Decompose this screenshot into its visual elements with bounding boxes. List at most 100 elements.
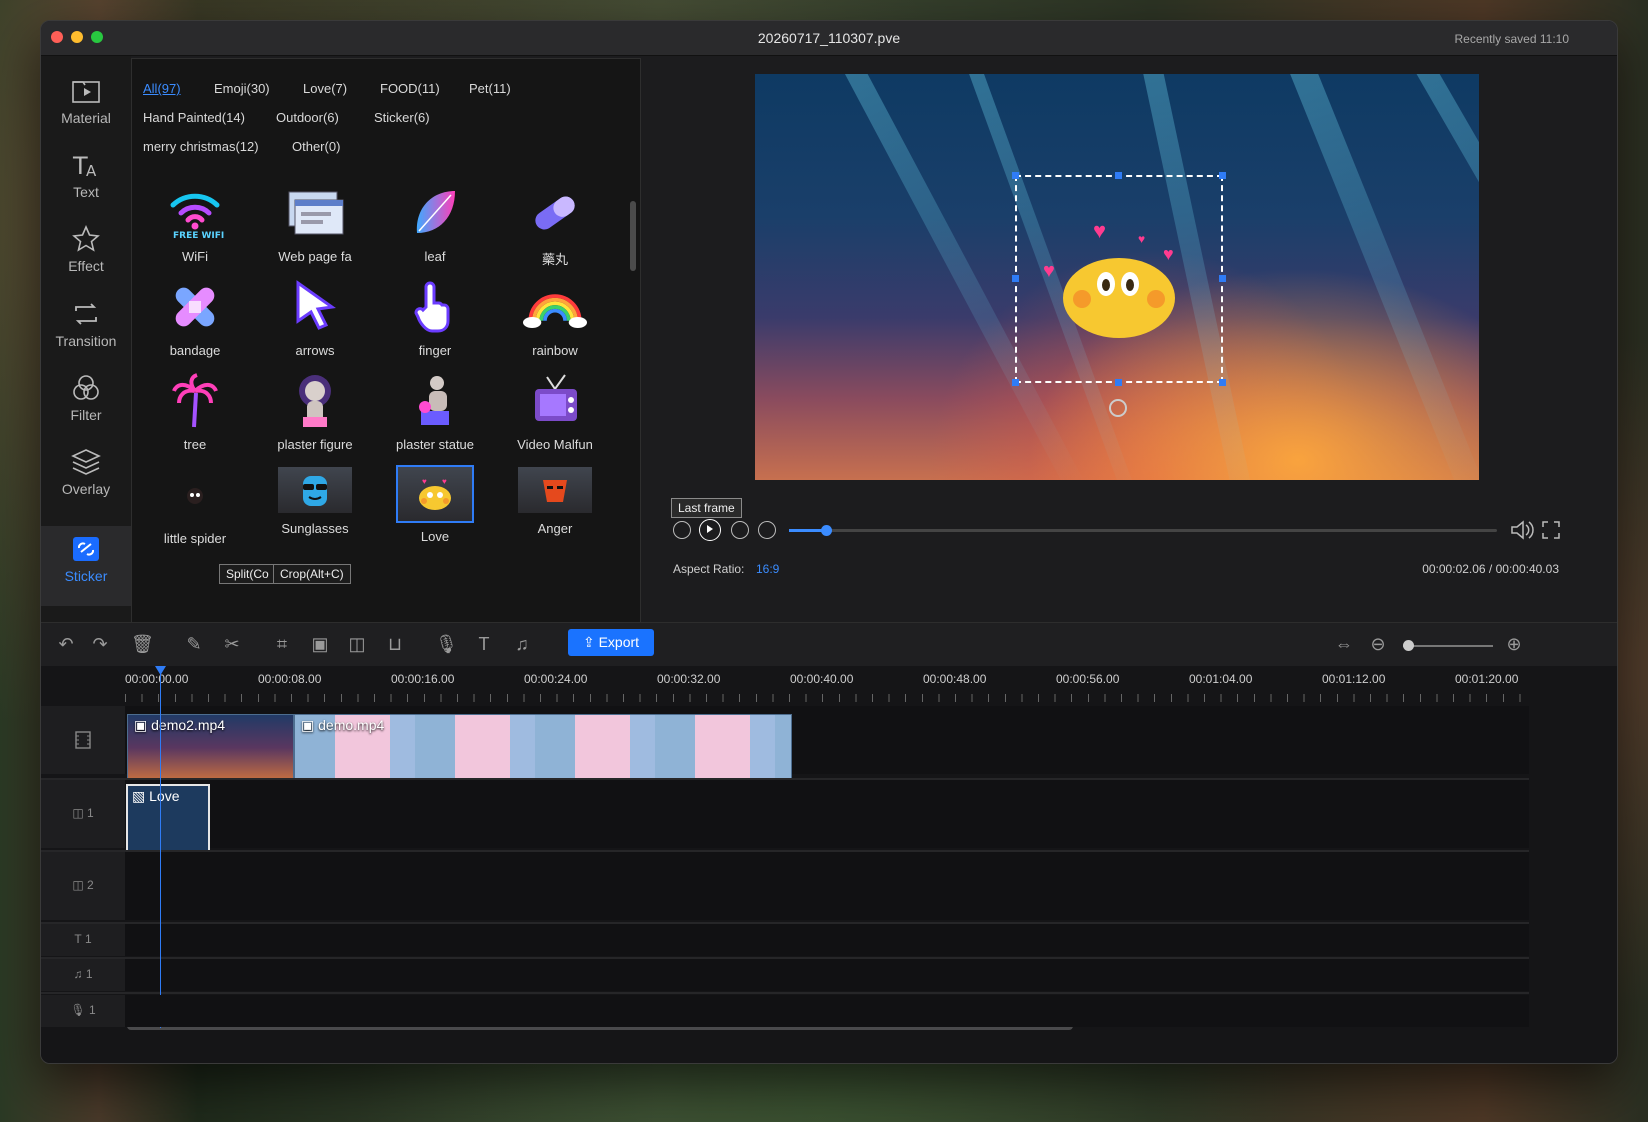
ruler-time: 00:00:56.00 — [1056, 672, 1120, 686]
sticker-item-leaf[interactable]: leaf — [376, 181, 494, 277]
playback-progress[interactable] — [789, 525, 1497, 536]
category-sticker[interactable]: Sticker(6) — [374, 110, 430, 125]
star-effect-icon — [72, 225, 100, 252]
volume-icon[interactable] — [1509, 519, 1535, 541]
music-track-number: 1 — [85, 967, 93, 981]
sticker-item-bandage[interactable]: bandage — [136, 275, 254, 371]
sticker-item-rainbow[interactable]: rainbow — [496, 275, 614, 371]
sticker-item-wifi[interactable]: FREE WIFI WiFi — [136, 181, 254, 277]
nav-transition[interactable]: Transition — [41, 291, 131, 361]
sticker-item-web-page[interactable]: Web page fa — [256, 181, 374, 277]
zoom-slider-knob[interactable] — [1403, 640, 1414, 651]
sticker-item-little-spider[interactable]: little spider — [136, 463, 254, 559]
nav-material[interactable]: Material — [41, 68, 131, 138]
video-clip-demo[interactable]: ▣ demo.mp4 — [294, 714, 792, 782]
film-icon — [75, 731, 91, 749]
freeze-icon[interactable]: ▣ — [309, 633, 331, 655]
resize-handle[interactable] — [1219, 172, 1226, 179]
crop-icon[interactable]: ⌗ — [271, 633, 293, 655]
undo-icon[interactable]: ↶ — [55, 633, 77, 655]
nav-filter[interactable]: Filter — [41, 365, 131, 435]
category-emoji[interactable]: Emoji(30) — [214, 81, 270, 96]
rotate-handle-icon[interactable] — [1109, 399, 1127, 417]
category-merry-christmas[interactable]: merry christmas(12) — [143, 139, 259, 154]
fullscreen-icon[interactable] — [1541, 520, 1561, 540]
resize-handle[interactable] — [1219, 275, 1226, 282]
category-pet[interactable]: Pet(11) — [469, 81, 511, 96]
nav-overlay[interactable]: Overlay — [41, 439, 131, 509]
playback-timecode: 00:00:02.06 / 00:00:40.03 — [1422, 562, 1559, 576]
palm-tree-icon — [172, 373, 218, 428]
category-all[interactable]: All(97) — [143, 81, 181, 96]
play-button[interactable] — [699, 519, 721, 541]
progress-knob[interactable] — [820, 525, 832, 536]
overlay-track-2 — [125, 852, 1529, 920]
prev-frame-button[interactable] — [673, 521, 691, 539]
voice-change-icon[interactable]: ♫ — [511, 633, 533, 655]
playhead[interactable] — [160, 666, 161, 1028]
time-ruler[interactable] — [125, 694, 1535, 702]
mosaic-icon[interactable]: ◫ — [346, 633, 368, 655]
last-frame-tooltip: Last frame — [671, 498, 742, 518]
sticker-item-love[interactable]: ♥ ♥ Love — [376, 463, 494, 559]
sticker-item-sunglasses[interactable]: Sunglasses — [256, 463, 374, 559]
aspect-ratio-label: Aspect Ratio: — [673, 562, 745, 576]
stop-button[interactable] — [758, 521, 776, 539]
svg-text:A: A — [86, 162, 97, 180]
export-button[interactable]: ⇪ Export — [568, 629, 654, 656]
sticker-label: plaster figure — [277, 437, 353, 452]
category-food[interactable]: FOOD(11) — [380, 81, 440, 96]
nav-sticker-label: Sticker — [64, 568, 108, 584]
delete-icon[interactable]: 🗑 — [131, 633, 154, 655]
video-preview[interactable]: ♥ ♥ ♥ ♥ — [755, 74, 1479, 480]
sticker-panel-scrollbar[interactable] — [630, 201, 636, 271]
resize-handle[interactable] — [1115, 379, 1122, 386]
sticker-label: tree — [183, 437, 207, 452]
sticker-clip-love[interactable]: ▧ Love — [126, 784, 210, 856]
zoom-slider[interactable] — [1403, 645, 1493, 647]
category-other[interactable]: Other(0) — [292, 139, 340, 154]
sticker-label: little spider — [163, 531, 227, 546]
track-separator — [41, 992, 1529, 994]
resize-handle[interactable] — [1012, 379, 1019, 386]
split-scissors-icon[interactable]: ✂ — [221, 633, 243, 655]
resize-handle[interactable] — [1115, 172, 1122, 179]
category-hand-painted[interactable]: Hand Painted(14) — [143, 110, 245, 125]
zoom-in-icon[interactable]: ⊕ — [1503, 633, 1525, 655]
nav-sticker[interactable]: Sticker — [41, 526, 131, 606]
voice-track-header-row: 🎙 1 — [41, 995, 125, 1027]
sticker-item-arrows[interactable]: arrows — [256, 275, 374, 371]
microphone-icon[interactable]: 🎙 — [435, 633, 458, 655]
resize-handle[interactable] — [1219, 379, 1226, 386]
nav-text[interactable]: TA Text — [41, 142, 131, 212]
sticker-item-pill[interactable]: 藥丸 — [496, 181, 614, 277]
sticker-item-anger[interactable]: Anger — [496, 463, 614, 559]
redo-icon[interactable]: ↷ — [89, 633, 111, 655]
edit-icon[interactable]: ✎ — [183, 633, 205, 655]
text-to-speech-icon[interactable]: T — [473, 633, 495, 655]
text-track-icon: T — [74, 932, 82, 946]
music-track — [125, 959, 1529, 991]
sticker-item-tree[interactable]: tree — [136, 369, 254, 465]
sticker-item-video-malfunction[interactable]: Video Malfun — [496, 369, 614, 465]
svg-text:♥: ♥ — [442, 477, 447, 486]
next-frame-button[interactable] — [731, 521, 749, 539]
audio-edit-icon[interactable]: ⊔ — [384, 633, 406, 655]
zoom-out-icon[interactable]: ⊖ — [1367, 633, 1389, 655]
category-love[interactable]: Love(7) — [303, 81, 347, 96]
nav-effect[interactable]: Effect — [41, 216, 131, 286]
heart-icon: ♥ — [1093, 218, 1107, 243]
play-icon — [707, 525, 713, 533]
nav-text-label: Text — [73, 184, 99, 200]
sticker-item-plaster-statue[interactable]: plaster statue — [376, 369, 494, 465]
sticker-item-finger[interactable]: finger — [376, 275, 494, 371]
resize-handle[interactable] — [1012, 275, 1019, 282]
fit-timeline-icon[interactable]: ⇔ — [1333, 633, 1355, 655]
heart-icon: ♥ — [1138, 232, 1146, 246]
video-clip-demo2[interactable]: ▣ demo2.mp4 — [127, 714, 294, 782]
category-outdoor[interactable]: Outdoor(6) — [276, 110, 339, 125]
resize-handle[interactable] — [1012, 172, 1019, 179]
aspect-ratio-value[interactable]: 16:9 — [756, 562, 779, 576]
sticker-item-plaster-figure[interactable]: plaster figure — [256, 369, 374, 465]
music-note-icon: ♫ — [73, 967, 83, 981]
